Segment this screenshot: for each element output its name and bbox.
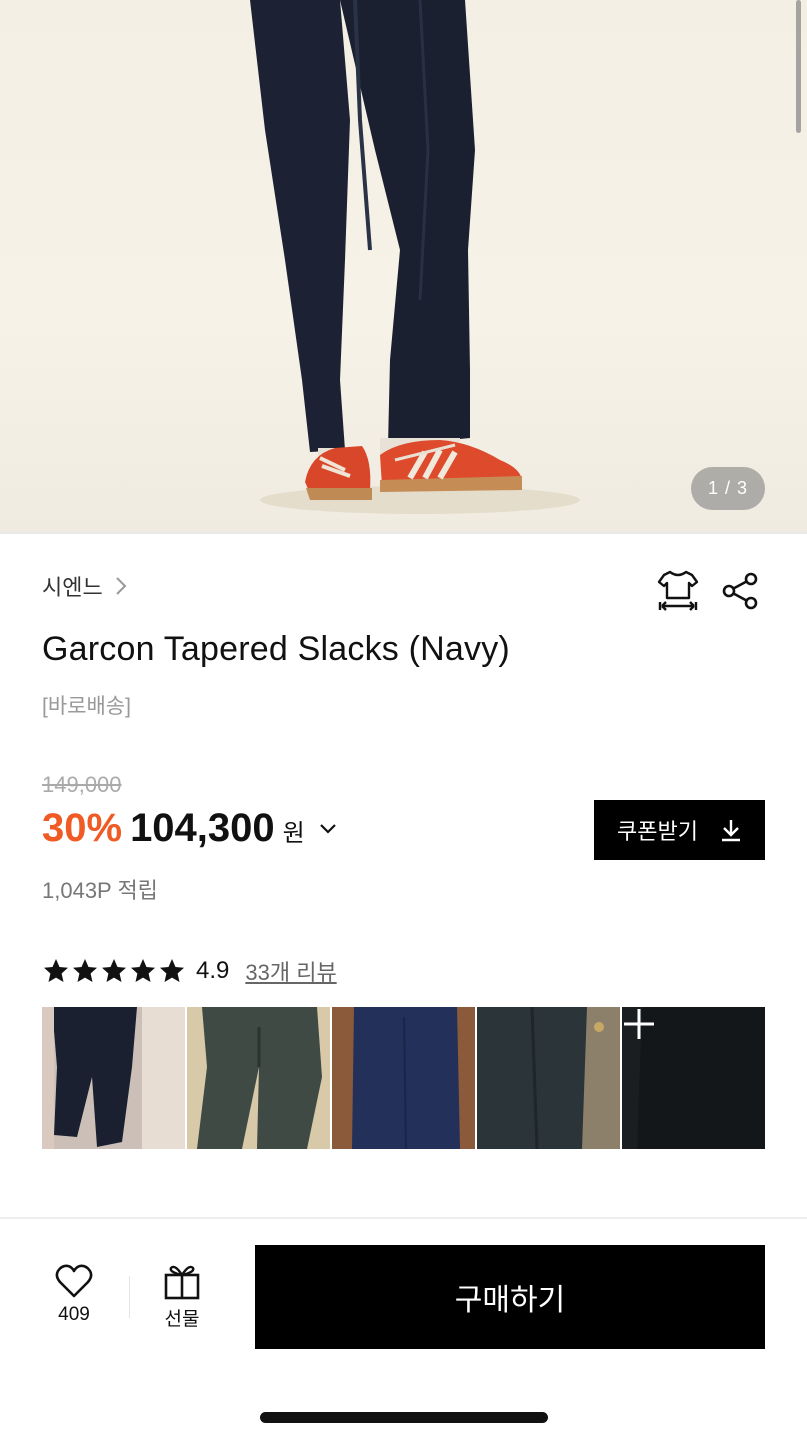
home-indicator[interactable] bbox=[260, 1412, 548, 1423]
coupon-button[interactable]: 쿠폰받기 bbox=[594, 800, 765, 860]
price-row[interactable]: 30% 104,300 원 bbox=[42, 806, 337, 851]
chevron-right-icon bbox=[116, 577, 127, 595]
star-icon bbox=[160, 959, 184, 982]
rating-value: 4.9 bbox=[196, 957, 230, 984]
download-icon bbox=[721, 820, 740, 842]
review-photo-4[interactable] bbox=[477, 1007, 620, 1149]
heart-icon bbox=[55, 1264, 93, 1298]
brand-link[interactable]: 시엔느 bbox=[42, 570, 129, 602]
review-photo-2[interactable] bbox=[187, 1007, 330, 1149]
review-image bbox=[477, 1007, 620, 1149]
gift-button[interactable]: 선물 bbox=[150, 1262, 214, 1331]
plus-icon bbox=[624, 1009, 654, 1039]
shipping-tag: [바로배송] bbox=[42, 695, 131, 718]
original-price: 149,000 bbox=[42, 772, 122, 797]
star-icon bbox=[102, 959, 126, 982]
reward-points: 1,043P 적립 bbox=[42, 878, 158, 903]
gift-icon bbox=[164, 1265, 200, 1300]
buy-button[interactable]: 구매하기 bbox=[255, 1245, 765, 1349]
share-icon[interactable] bbox=[720, 570, 762, 612]
brand-name: 시엔느 bbox=[42, 575, 103, 600]
product-title: Garcon Tapered Slacks (Navy) bbox=[42, 630, 510, 668]
currency-unit: 원 bbox=[282, 820, 305, 847]
page-scrollbar[interactable] bbox=[796, 0, 801, 133]
star-icon bbox=[131, 959, 155, 982]
gift-label: 선물 bbox=[164, 1309, 200, 1330]
star-rating bbox=[42, 957, 186, 985]
review-image bbox=[332, 1007, 475, 1149]
coupon-label: 쿠폰받기 bbox=[617, 819, 698, 844]
discount-rate: 30% bbox=[42, 806, 123, 850]
size-guide-icon[interactable] bbox=[656, 568, 700, 614]
review-photo-1[interactable] bbox=[42, 1007, 185, 1149]
divider bbox=[129, 1276, 130, 1318]
product-image-gallery[interactable]: 1 / 3 bbox=[0, 0, 807, 532]
review-photo-strip bbox=[42, 1007, 765, 1149]
sale-price: 104,300 bbox=[130, 806, 275, 850]
star-icon bbox=[73, 959, 97, 982]
review-photo-more[interactable] bbox=[622, 1007, 765, 1149]
buy-label: 구매하기 bbox=[454, 1284, 566, 1317]
more-photos-overlay bbox=[622, 1007, 765, 1149]
review-image bbox=[187, 1007, 330, 1149]
review-photo-3[interactable] bbox=[332, 1007, 475, 1149]
like-count: 409 bbox=[58, 1304, 90, 1325]
review-image bbox=[42, 1007, 185, 1149]
rating-row: 4.9 33개 리뷰 bbox=[42, 955, 337, 987]
star-icon bbox=[44, 959, 68, 982]
divider bbox=[0, 532, 807, 534]
image-counter: 1 / 3 bbox=[691, 467, 765, 510]
like-button[interactable]: 409 bbox=[42, 1262, 106, 1326]
chevron-down-icon bbox=[319, 823, 336, 834]
review-count-link[interactable]: 33개 리뷰 bbox=[245, 955, 336, 987]
divider bbox=[0, 1217, 807, 1219]
product-photo bbox=[250, 0, 580, 514]
